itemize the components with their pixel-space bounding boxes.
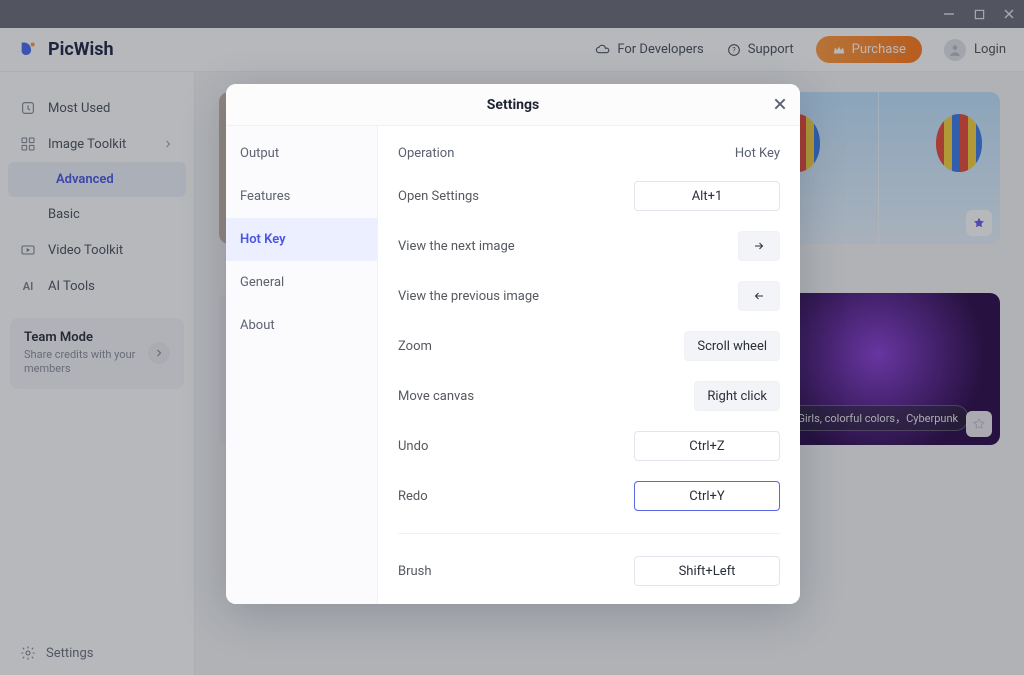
modal-title: Settings: [487, 97, 539, 113]
hotkey-input[interactable]: Ctrl+Z: [634, 431, 780, 461]
tab-output[interactable]: Output: [226, 132, 377, 175]
hotkey-row-open-settings: Open Settings Alt+1: [398, 171, 780, 221]
tab-hotkey[interactable]: Hot Key: [226, 218, 377, 261]
hotkey-row-redo: Redo Ctrl+Y: [398, 471, 780, 521]
settings-tabs: Output Features Hot Key General About: [226, 126, 378, 604]
modal-header: Settings: [226, 84, 800, 126]
hotkey-row-zoom: Zoom Scroll wheel: [398, 321, 780, 371]
divider: [398, 533, 780, 534]
arrow-left-icon: [751, 290, 767, 302]
arrow-right-icon: [751, 240, 767, 252]
hotkey-input[interactable]: Shift+Left: [634, 556, 780, 586]
hotkey-display: [738, 281, 780, 311]
hotkey-input[interactable]: Alt+1: [634, 181, 780, 211]
hotkey-row-next-image: View the next image: [398, 221, 780, 271]
hotkey-row-undo: Undo Ctrl+Z: [398, 421, 780, 471]
hotkey-input[interactable]: Ctrl+Y: [634, 481, 780, 511]
tab-features[interactable]: Features: [226, 175, 377, 218]
hotkey-display: Scroll wheel: [684, 331, 780, 361]
hotkey-row-move-canvas: Move canvas Right click: [398, 371, 780, 421]
hotkey-display: [738, 231, 780, 261]
settings-modal: Settings Output Features Hot Key General…: [226, 84, 800, 604]
column-header-operation: Operation: [398, 146, 454, 161]
hotkey-row-brush: Brush Shift+Left: [398, 546, 780, 596]
hotkey-display: Right click: [694, 381, 780, 411]
tab-about[interactable]: About: [226, 304, 377, 347]
hotkey-row-lasso: Lasso Shift+Right: [398, 596, 780, 604]
tab-general[interactable]: General: [226, 261, 377, 304]
column-header-hotkey: Hot Key: [735, 146, 780, 161]
settings-panel[interactable]: Operation Hot Key Open Settings Alt+1 Vi…: [378, 126, 800, 604]
hotkey-row-prev-image: View the previous image: [398, 271, 780, 321]
modal-close-button[interactable]: [770, 94, 790, 114]
